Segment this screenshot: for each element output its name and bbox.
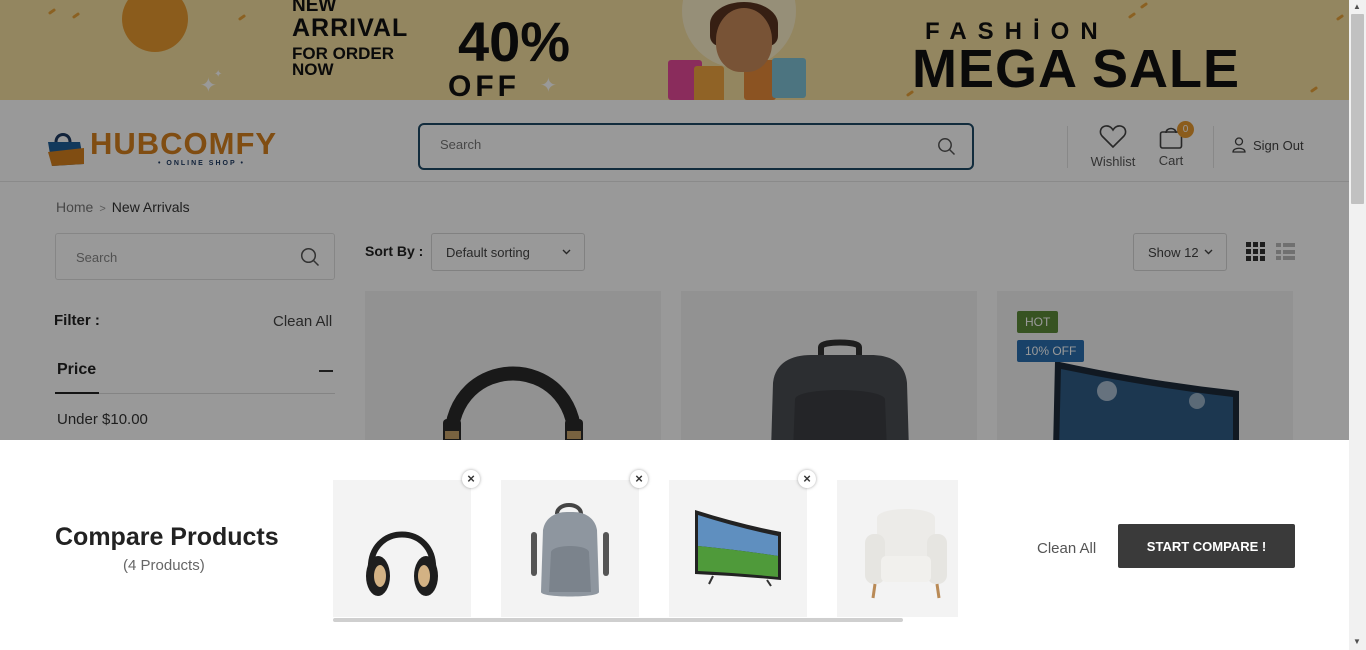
remove-compare-item-button[interactable]: × (462, 470, 480, 488)
compare-items-track[interactable] (333, 480, 958, 620)
compare-title: Compare Products (55, 523, 279, 551)
remove-compare-item-button[interactable]: × (630, 470, 648, 488)
compare-item-headphones[interactable] (333, 480, 471, 617)
scroll-down-arrow-icon[interactable]: ▼ (1353, 637, 1361, 646)
compare-count: (4 Products) (123, 557, 205, 574)
compare-item-backpack[interactable] (501, 480, 639, 617)
compare-clean-all-link[interactable]: Clean All (1037, 540, 1096, 557)
armchair-image (865, 509, 947, 599)
scrollbar-thumb[interactable] (1351, 14, 1364, 204)
curved-tv-image (695, 510, 781, 587)
compare-item-curved-tv[interactable] (669, 480, 807, 617)
page-scrollbar[interactable]: ▲ ▼ (1349, 0, 1366, 650)
headphones-image (366, 531, 438, 596)
compare-scrollbar[interactable] (333, 618, 903, 622)
modal-backdrop[interactable] (0, 0, 1349, 440)
scroll-up-arrow-icon[interactable]: ▲ (1353, 2, 1361, 11)
compare-item-armchair[interactable] (837, 480, 958, 617)
remove-compare-item-button[interactable]: × (798, 470, 816, 488)
start-compare-button[interactable]: START COMPARE ! (1118, 524, 1295, 568)
backpack-image (531, 503, 609, 597)
compare-panel: Compare Products (4 Products) × × × Clea… (0, 440, 1349, 650)
